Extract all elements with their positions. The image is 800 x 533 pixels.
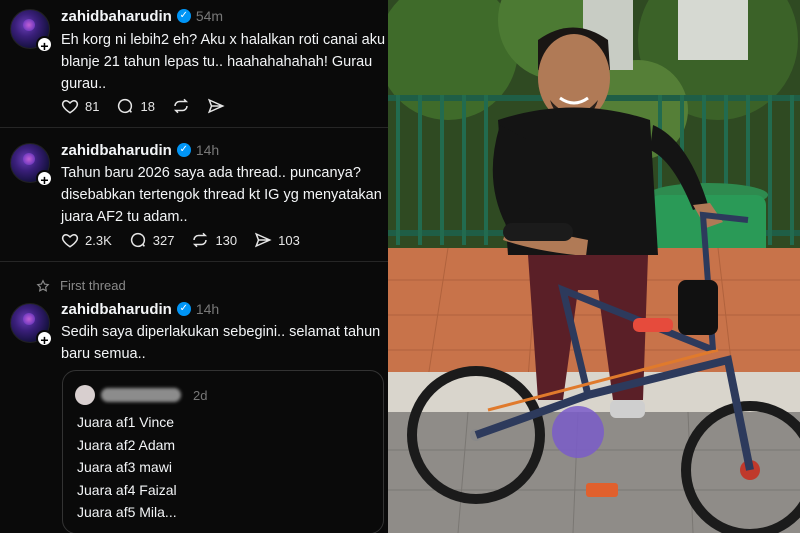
- timestamp: 2d: [193, 387, 208, 403]
- star-icon: [36, 278, 50, 292]
- share-icon: [207, 98, 225, 114]
- photo-man-with-bicycle: [388, 0, 800, 533]
- photo-illustration: [388, 0, 800, 533]
- quoted-post-text: Juara af1 Vince Juara af2 Adam Juara af3…: [77, 411, 177, 524]
- post-actions: 81 18: [61, 96, 242, 116]
- like-button[interactable]: 2.3K: [61, 231, 112, 249]
- timestamp: 14h: [195, 301, 220, 317]
- share-count: 103: [278, 232, 300, 248]
- threads-feed: + zahidbaharudin ✓ 54m Eh korg ni lebih2…: [0, 0, 388, 533]
- divider: [0, 261, 388, 262]
- post-header: zahidbaharudin ✓ 54m: [61, 6, 223, 26]
- reply-count: 18: [140, 98, 155, 114]
- like-count: 2.3K: [85, 232, 112, 248]
- post-text: Tahun baru 2026 saya ada thread.. puncan…: [61, 165, 382, 225]
- heart-icon: [61, 99, 79, 114]
- post-text: Eh korg ni lebih2 eh? Aku x halalkan rot…: [61, 32, 386, 92]
- username[interactable]: zahidbaharudin: [61, 142, 172, 159]
- follow-plus-icon[interactable]: +: [36, 330, 53, 348]
- repost-icon: [193, 232, 208, 248]
- follow-plus-icon[interactable]: +: [36, 170, 53, 188]
- quoted-post[interactable]: 2d Juara af1 Vince Juara af2 Adam Juara …: [62, 370, 384, 533]
- like-count: 81: [85, 98, 100, 114]
- repost-button[interactable]: [172, 97, 190, 115]
- first-thread-label: First thread: [36, 278, 126, 293]
- repost-count: 130: [215, 232, 238, 248]
- blurred-username: [101, 388, 181, 402]
- comment-icon: [118, 98, 133, 114]
- like-button[interactable]: 81: [61, 97, 99, 115]
- share-button[interactable]: [207, 97, 225, 115]
- username[interactable]: zahidbaharudin: [61, 8, 172, 25]
- quote-line: Juara af4 Faizal: [77, 481, 177, 498]
- quote-line: Juara af5 Mila...: [77, 504, 177, 520]
- verified-icon: ✓: [176, 9, 191, 23]
- timestamp: 14h: [195, 142, 220, 158]
- reply-count: 327: [152, 232, 175, 248]
- repost-button[interactable]: 130: [191, 231, 237, 249]
- follow-plus-icon[interactable]: +: [36, 36, 53, 54]
- username[interactable]: zahidbaharudin: [61, 301, 172, 318]
- comment-icon: [130, 232, 145, 248]
- quote-line: Juara af3 mawi: [77, 459, 172, 475]
- share-button[interactable]: 103: [254, 231, 300, 249]
- quote-line: Juara af1 Vince: [77, 414, 175, 430]
- first-thread-text: First thread: [60, 278, 126, 293]
- repost-icon: [173, 98, 188, 114]
- reply-button[interactable]: 18: [116, 97, 155, 115]
- reply-button[interactable]: 327: [129, 231, 175, 249]
- heart-icon: [61, 233, 79, 248]
- verified-icon: ✓: [176, 302, 191, 316]
- quoted-post-header: 2d: [75, 385, 207, 405]
- share-icon: [255, 232, 272, 248]
- post-actions: 2.3K 327 130 103: [61, 230, 317, 250]
- post-header: zahidbaharudin ✓ 14h: [61, 299, 219, 319]
- verified-icon: ✓: [176, 143, 191, 157]
- divider: [0, 127, 388, 128]
- avatar: [75, 385, 95, 405]
- quote-line: Juara af2 Adam: [77, 436, 176, 453]
- post-header: zahidbaharudin ✓ 14h: [61, 140, 219, 160]
- post-text: Sedih saya diperlakukan sebegini.. selam…: [61, 324, 381, 362]
- timestamp: 54m: [195, 8, 224, 24]
